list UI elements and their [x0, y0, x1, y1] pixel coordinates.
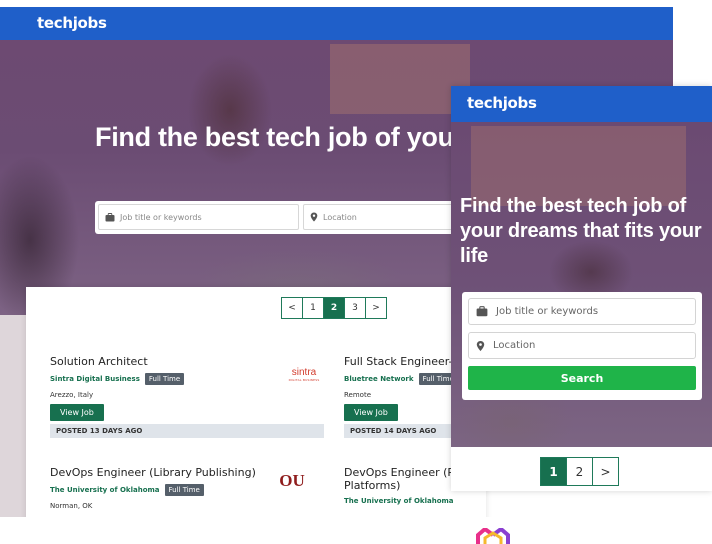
hero-photo-board [330, 44, 470, 114]
company-name[interactable]: The University of Oklahoma [344, 497, 454, 505]
job-title[interactable]: Solution Architect [50, 355, 325, 368]
location-input[interactable]: Location [303, 204, 472, 230]
desktop-search-bar: Job title or keywords Location [95, 201, 475, 234]
mockup-stage: techjobs Find the best tech job of your … [0, 0, 712, 544]
keyword-placeholder: Job title or keywords [496, 306, 599, 317]
job-list-panel: < 1 2 3 > Solution Architect Sintra Digi… [26, 287, 494, 517]
job-card: Solution Architect Sintra Digital Busine… [50, 355, 325, 438]
keyword-input[interactable]: Job title or keywords [98, 204, 299, 230]
ou-logo-text: OU [279, 471, 305, 490]
briefcase-icon [105, 212, 115, 221]
keyword-input[interactable]: Job title or keywords [468, 298, 696, 325]
mobile-hero: Find the best tech job of your dreams th… [451, 122, 712, 447]
page-2[interactable]: 2 [323, 297, 345, 319]
sintra-logo-text: sintra [291, 367, 317, 378]
desktop-side-strip [0, 315, 26, 517]
job-type-badge: Full Time [144, 373, 185, 385]
brand-logo[interactable]: techjobs [37, 14, 107, 32]
search-button[interactable]: Search [468, 366, 696, 390]
hero-title: Find the best tech job of your dreams th… [95, 122, 673, 152]
mobile-pagination: 1 2 > [540, 457, 619, 486]
keyword-placeholder: Job title or keywords [120, 212, 202, 222]
page-1[interactable]: 1 [302, 297, 324, 319]
page-2[interactable]: 2 [566, 457, 593, 486]
company-name[interactable]: Sintra Digital Business [50, 375, 140, 383]
location-placeholder: Location [493, 340, 536, 351]
location-pin-icon [476, 340, 485, 351]
company-name[interactable]: Bluetree Network [344, 375, 414, 383]
page-1[interactable]: 1 [540, 457, 567, 486]
view-job-button[interactable]: View Job [50, 404, 104, 421]
hero-title: Find the best tech job of your dreams th… [460, 195, 702, 267]
location-pin-icon [310, 212, 318, 222]
job-location: Norman, OK [50, 502, 93, 510]
briefcase-icon [476, 306, 488, 317]
view-job-button[interactable]: View Job [344, 404, 398, 421]
posted-date: POSTED 13 DAYS AGO [50, 424, 324, 438]
desktop-header: techjobs [0, 7, 673, 40]
page-prev[interactable]: < [281, 297, 303, 319]
company-logo-ou: OU [279, 467, 305, 495]
mobile-search-box: Job title or keywords Location Search [462, 292, 702, 400]
brand-logo[interactable]: techjobs [467, 94, 537, 112]
mobile-page: techjobs Find the best tech job of your … [451, 86, 712, 491]
mobile-header: techjobs [451, 86, 712, 122]
page-next[interactable]: > [592, 457, 619, 486]
page-3[interactable]: 3 [344, 297, 366, 319]
company-name[interactable]: The University of Oklahoma [50, 486, 160, 494]
location-input[interactable]: Location [468, 332, 696, 359]
job-type-badge: Full Time [164, 484, 204, 496]
location-placeholder: Location [323, 212, 357, 222]
page-next[interactable]: > [365, 297, 387, 319]
job-location: Arezzo, Italy [50, 391, 94, 399]
sintra-logo-sub: DIGITAL BUSINESS [288, 378, 320, 382]
partner-logo-icon [476, 528, 510, 544]
desktop-pagination: < 1 2 3 > [281, 297, 387, 319]
company-logo-sintra: sintra DIGITAL BUSINESS [286, 367, 322, 382]
